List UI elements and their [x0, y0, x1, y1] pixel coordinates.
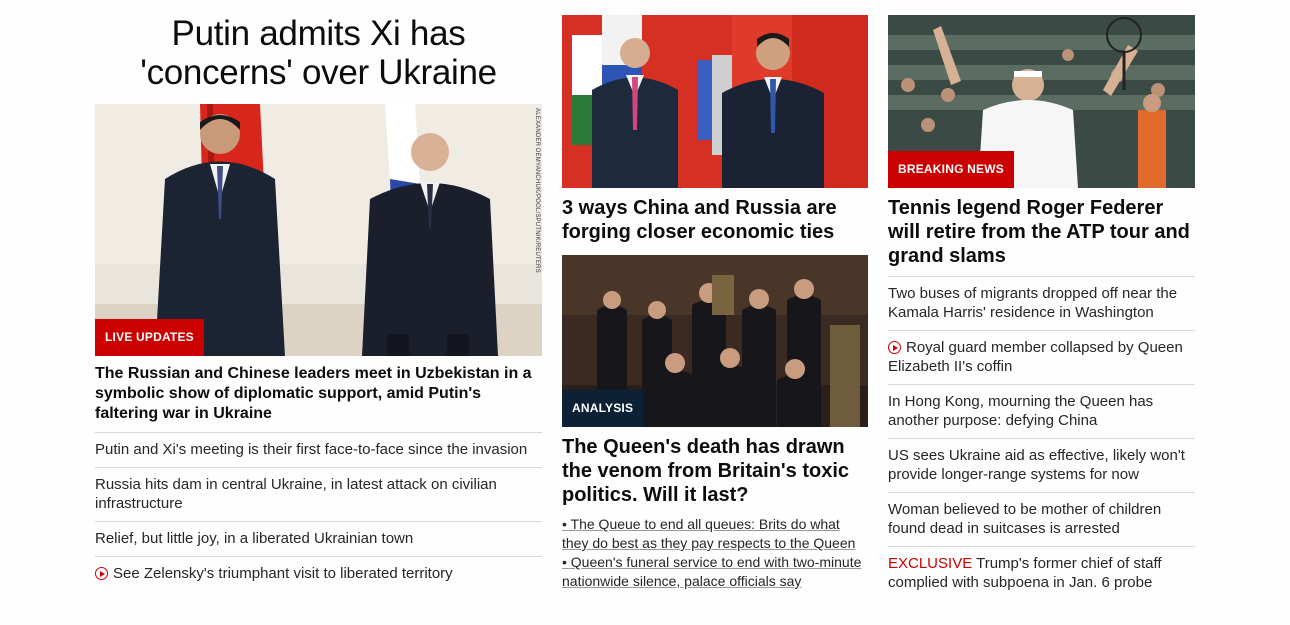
- third-column: BREAKING NEWS Tennis legend Roger Federe…: [888, 0, 1195, 600]
- related-links-list: Putin and Xi's meeting is their first fa…: [95, 432, 542, 591]
- list-item[interactable]: See Zelensky's triumphant visit to liber…: [95, 557, 542, 591]
- bullet-link[interactable]: • Queen's funeral service to end with tw…: [562, 554, 861, 589]
- second-column: 3 ways China and Russia are forging clos…: [562, 0, 868, 591]
- list-item[interactable]: EXCLUSIVE Trump's former chief of staff …: [888, 547, 1195, 600]
- exclusive-label: EXCLUSIVE: [888, 555, 973, 572]
- headlines-list: Two buses of migrants dropped off near t…: [888, 276, 1195, 600]
- china-russia-photo[interactable]: [562, 15, 868, 188]
- queen-death-headline[interactable]: The Queen's death has drawn the venom fr…: [562, 435, 868, 507]
- main-headline[interactable]: Putin admits Xi has 'concerns' over Ukra…: [95, 14, 542, 92]
- list-item[interactable]: Two buses of migrants dropped off near t…: [888, 277, 1195, 331]
- bullet-links: • The Queue to end all queues: Brits do …: [562, 515, 868, 591]
- china-russia-image: [562, 15, 868, 188]
- list-item[interactable]: Russia hits dam in central Ukraine, in l…: [95, 468, 542, 522]
- list-item[interactable]: Putin and Xi's meeting is their first fa…: [95, 433, 542, 468]
- play-video-icon: [95, 567, 108, 580]
- federer-headline[interactable]: Tennis legend Roger Federer will retire …: [888, 196, 1195, 276]
- live-updates-badge[interactable]: LIVE UPDATES: [95, 319, 204, 356]
- lead-story-headline[interactable]: The Russian and Chinese leaders meet in …: [95, 364, 542, 432]
- putin-xi-photo[interactable]: ALEXANDER DEMYANCHUK/POOL/SPUTNIK/REUTER…: [95, 104, 542, 356]
- analysis-badge[interactable]: ANALYSIS: [562, 390, 644, 427]
- list-item[interactable]: US sees Ukraine aid as effective, likely…: [888, 439, 1195, 493]
- list-item[interactable]: Royal guard member collapsed by Queen El…: [888, 331, 1195, 385]
- federer-photo[interactable]: BREAKING NEWS: [888, 15, 1195, 188]
- list-item[interactable]: Relief, but little joy, in a liberated U…: [95, 522, 542, 557]
- list-item[interactable]: In Hong Kong, mourning the Queen has ano…: [888, 385, 1195, 439]
- china-russia-headline[interactable]: 3 ways China and Russia are forging clos…: [562, 196, 868, 244]
- queen-funeral-photo[interactable]: ANALYSIS: [562, 255, 868, 427]
- play-video-icon: [888, 341, 901, 354]
- bullet-link[interactable]: • The Queue to end all queues: Brits do …: [562, 516, 855, 551]
- top-story-column: Putin admits Xi has 'concerns' over Ukra…: [95, 0, 542, 591]
- list-item[interactable]: Woman believed to be mother of children …: [888, 493, 1195, 547]
- breaking-news-badge[interactable]: BREAKING NEWS: [888, 151, 1014, 188]
- photo-credit: ALEXANDER DEMYANCHUK/POOL/SPUTNIK/REUTER…: [534, 108, 540, 273]
